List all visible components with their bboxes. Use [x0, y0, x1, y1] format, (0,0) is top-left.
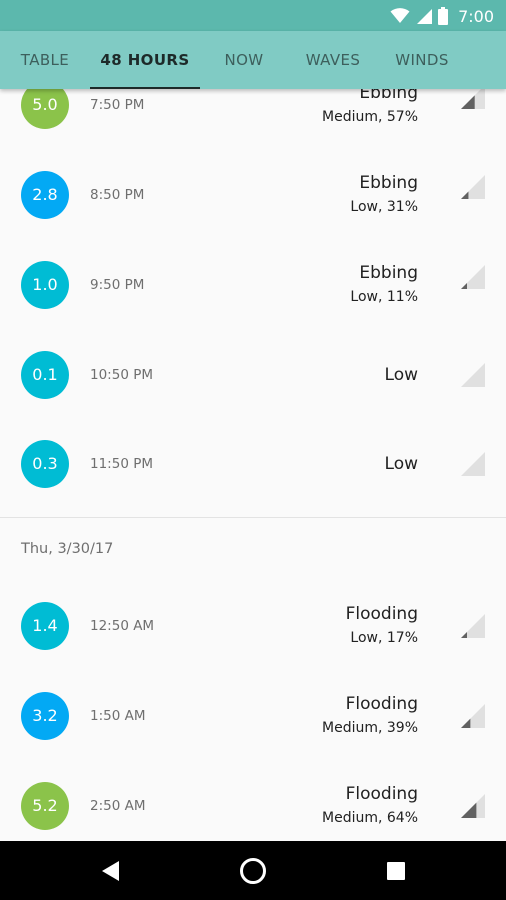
- status-bar: 7:00: [0, 0, 506, 31]
- cellular-signal-icon: [417, 9, 433, 24]
- tide-detail: Medium, 64%: [322, 810, 418, 826]
- status-icons: 7:00: [390, 4, 494, 28]
- tide-state: Ebbing: [359, 263, 418, 283]
- tide-state: Ebbing: [359, 89, 418, 103]
- tab-table[interactable]: TABLE: [0, 31, 90, 89]
- day-divider: [0, 517, 506, 518]
- tide-state: Ebbing: [359, 173, 418, 193]
- wifi-icon: [390, 8, 410, 23]
- list-item[interactable]: 5.2 2:50 AM Flooding Medium, 64%: [0, 761, 506, 841]
- tide-state: Flooding: [345, 784, 418, 804]
- tide-time: 7:50 PM: [90, 97, 145, 113]
- tide-time: 12:50 AM: [90, 618, 155, 634]
- tide-state: Flooding: [345, 694, 418, 714]
- list-item[interactable]: 0.3 11:50 PM Low: [0, 419, 506, 509]
- tide-level-icon: [461, 363, 485, 387]
- tide-height-badge: 0.1: [21, 351, 69, 399]
- tide-detail: Low, 31%: [350, 199, 418, 215]
- tide-detail: Low, 17%: [350, 630, 418, 646]
- list-item[interactable]: 3.2 1:50 AM Flooding Medium, 39%: [0, 671, 506, 761]
- list-item[interactable]: 1.0 9:50 PM Ebbing Low, 11%: [0, 240, 506, 330]
- tide-detail: Medium, 57%: [322, 109, 418, 125]
- tide-time: 11:50 PM: [90, 456, 153, 472]
- tide-time: 9:50 PM: [90, 277, 145, 293]
- back-button[interactable]: [81, 841, 141, 900]
- tide-level-icon: [461, 89, 485, 109]
- recents-button[interactable]: [366, 841, 426, 900]
- list-item[interactable]: 0.1 10:50 PM Low: [0, 330, 506, 420]
- tide-time: 10:50 PM: [90, 367, 153, 383]
- tide-height-badge: 2.8: [21, 171, 69, 219]
- list-item[interactable]: 1.4 12:50 AM Flooding Low, 17%: [0, 581, 506, 671]
- home-icon: [240, 857, 266, 884]
- tide-detail: Medium, 39%: [322, 720, 418, 736]
- tide-level-icon: [461, 704, 485, 728]
- date-header: Thu, 3/30/17: [21, 541, 114, 557]
- tide-height-badge: 1.0: [21, 261, 69, 309]
- home-button[interactable]: [223, 841, 283, 900]
- status-time: 7:00: [458, 6, 494, 26]
- tide-height-badge: 1.4: [21, 602, 69, 650]
- list-item[interactable]: 5.0 7:50 PM Ebbing Medium, 57%: [0, 89, 506, 150]
- tide-height-badge: 3.2: [21, 692, 69, 740]
- tide-time: 8:50 PM: [90, 187, 145, 203]
- tide-level-icon: [461, 265, 485, 289]
- tide-state: Low: [384, 454, 418, 474]
- tide-state: Low: [384, 365, 418, 385]
- tab-48-hours[interactable]: 48 HOURS: [90, 31, 200, 89]
- recents-icon: [387, 861, 405, 880]
- tab-now[interactable]: NOW: [200, 31, 288, 89]
- navigation-bar: [0, 841, 506, 900]
- active-tab-indicator: [90, 87, 200, 89]
- tide-level-icon: [461, 452, 485, 476]
- tide-time: 1:50 AM: [90, 708, 146, 724]
- tide-level-icon: [461, 614, 485, 638]
- tide-list[interactable]: 5.0 7:50 PM Ebbing Medium, 57% 2.8 8:50 …: [0, 89, 506, 841]
- tide-level-icon: [461, 794, 485, 818]
- back-icon: [102, 860, 119, 881]
- tide-detail: Low, 11%: [350, 289, 418, 305]
- battery-icon: [438, 7, 449, 25]
- tide-state: Flooding: [345, 604, 418, 624]
- tide-time: 2:50 AM: [90, 798, 146, 814]
- tide-height-badge: 5.2: [21, 782, 69, 830]
- tide-height-badge: 0.3: [21, 440, 69, 488]
- tide-height-badge: 5.0: [21, 89, 69, 129]
- list-item[interactable]: 2.8 8:50 PM Ebbing Low, 31%: [0, 150, 506, 240]
- tab-waves[interactable]: WAVES: [288, 31, 378, 89]
- tab-winds[interactable]: WINDS: [378, 31, 466, 89]
- tab-bar: TABLE 48 HOURS NOW WAVES WINDS: [0, 31, 506, 89]
- tide-level-icon: [461, 175, 485, 199]
